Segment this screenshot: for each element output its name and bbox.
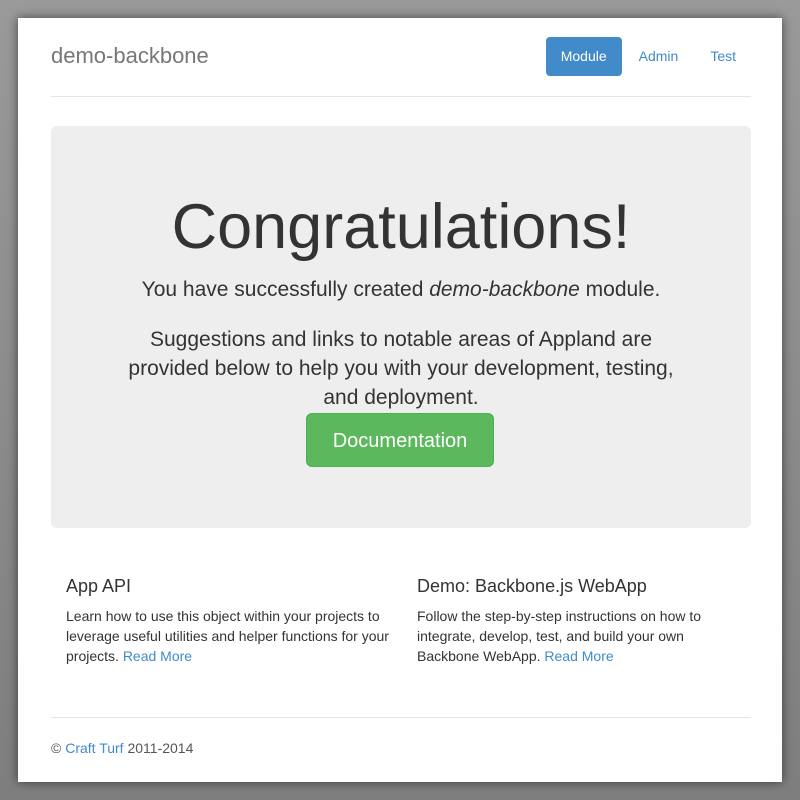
app-api-description: Learn how to use this object within your…: [66, 606, 401, 666]
page-container: demo-backbone Module Admin Test Congratu…: [51, 18, 751, 756]
copyright-years: 2011-2014: [123, 740, 194, 756]
app-api-section: App API Learn how to use this object wit…: [66, 575, 401, 666]
suggestions-text: Suggestions and links to notable areas o…: [128, 328, 674, 409]
nav-item-test[interactable]: Test: [695, 37, 751, 76]
success-message-prefix: You have successfully created: [141, 278, 430, 301]
app-api-title: App API: [66, 576, 132, 596]
footer-copyright: © Craft Turf 2011-2014: [51, 738, 751, 758]
documentation-button[interactable]: Documentation: [306, 413, 494, 467]
app-api-read-more-link[interactable]: Read More: [123, 648, 192, 664]
jumbotron: Congratulations! You have successfully c…: [51, 126, 751, 528]
app-api-text: Learn how to use this object within your…: [66, 608, 389, 664]
nav-pills: Module Admin Test: [544, 37, 751, 76]
module-name: demo-backbone: [429, 278, 580, 301]
viewport-background: demo-backbone Module Admin Test Congratu…: [0, 0, 800, 800]
browser-page: demo-backbone Module Admin Test Congratu…: [18, 18, 782, 782]
success-message: You have successfully created demo-backb…: [51, 278, 751, 302]
demo-webapp-section: Demo: Backbone.js WebApp Follow the step…: [417, 575, 737, 666]
demo-webapp-description: Follow the step-by-step instructions on …: [417, 606, 737, 666]
demo-webapp-title: Demo: Backbone.js WebApp: [417, 576, 647, 596]
footer: © Craft Turf 2011-2014: [51, 717, 751, 758]
success-message-suffix: module.: [579, 278, 661, 301]
company-link[interactable]: Craft Turf: [65, 740, 123, 756]
nav-item-admin[interactable]: Admin: [624, 37, 694, 76]
copyright-symbol: ©: [51, 740, 62, 756]
jumbotron-heading: Congratulations!: [171, 192, 631, 262]
demo-webapp-read-more-link[interactable]: Read More: [544, 648, 613, 664]
header: demo-backbone Module Admin Test: [51, 18, 751, 97]
brand-title: demo-backbone: [51, 43, 209, 68]
nav-item-module[interactable]: Module: [545, 37, 622, 76]
